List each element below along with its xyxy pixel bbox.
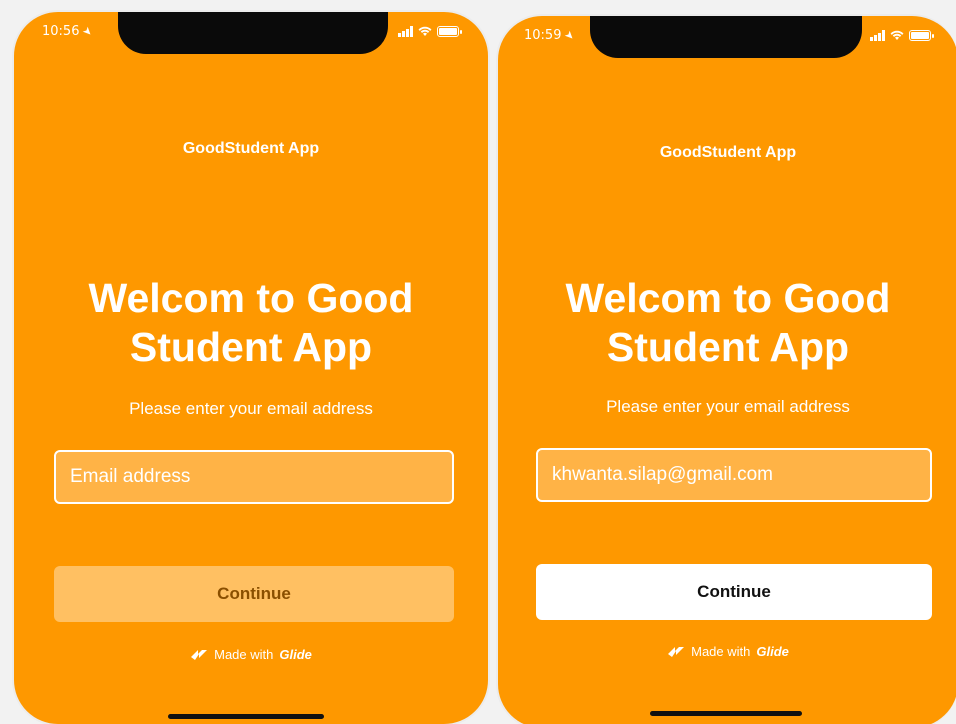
welcome-heading: Welcom to Good Student App [498,274,956,372]
glide-brand: Glide [279,647,312,662]
continue-button-label: Continue [697,582,771,601]
screenshot-stage: 10:56➤ GoodStudent App Welcom to Good St… [0,0,956,724]
home-indicator [168,714,324,719]
phone-notch [590,16,862,58]
status-time: 10:59➤ [524,27,578,44]
welcome-line-1: Welcom to Good [88,275,414,321]
welcome-line-1: Welcom to Good [565,275,891,321]
email-prompt: Please enter your email address [606,397,850,416]
made-with-text: Made with [691,644,751,659]
app-title: GoodStudent App [659,144,797,161]
battery-icon [909,29,934,41]
wifi-icon [418,26,432,36]
made-with-glide[interactable]: Made with Glide [498,644,956,659]
made-with-text: Made with [214,647,274,662]
email-prompt: Please enter your email address [129,399,373,418]
phone-screen-left: 10:56➤ GoodStudent App Welcom to Good St… [12,10,490,724]
wifi-icon [890,30,904,40]
status-time: 10:56➤ [42,23,96,40]
continue-button[interactable]: Continue [536,564,932,620]
status-time-text: 10:56 [42,24,80,39]
continue-button[interactable]: Continue [54,566,454,622]
continue-button-label: Continue [217,584,291,603]
app-title: GoodStudent App [182,140,320,157]
glide-brand: Glide [756,644,789,659]
status-time-text: 10:59 [524,28,562,43]
phone-notch [118,12,388,54]
phone-screen-right: 10:59➤ GoodStudent App Welcom to Good St… [496,14,956,724]
location-arrow-icon: ➤ [562,27,578,44]
made-with-glide[interactable]: Made with Glide [14,647,488,662]
location-arrow-icon: ➤ [80,23,96,40]
welcome-line-2: Student App [606,324,850,370]
signal-icon [870,29,885,41]
battery-icon [437,25,462,37]
glide-logo-icon [191,649,208,660]
home-indicator [650,711,802,716]
welcome-heading: Welcom to Good Student App [14,274,488,372]
glide-logo-icon [668,646,685,657]
signal-icon [398,25,413,37]
status-icons [870,29,934,41]
email-value: khwanta.silap@gmail.com [552,464,773,485]
email-field[interactable]: Email address [54,450,454,504]
email-placeholder: Email address [70,466,191,487]
welcome-line-2: Student App [129,324,373,370]
email-field[interactable]: khwanta.silap@gmail.com [536,448,932,502]
status-icons [398,25,462,37]
